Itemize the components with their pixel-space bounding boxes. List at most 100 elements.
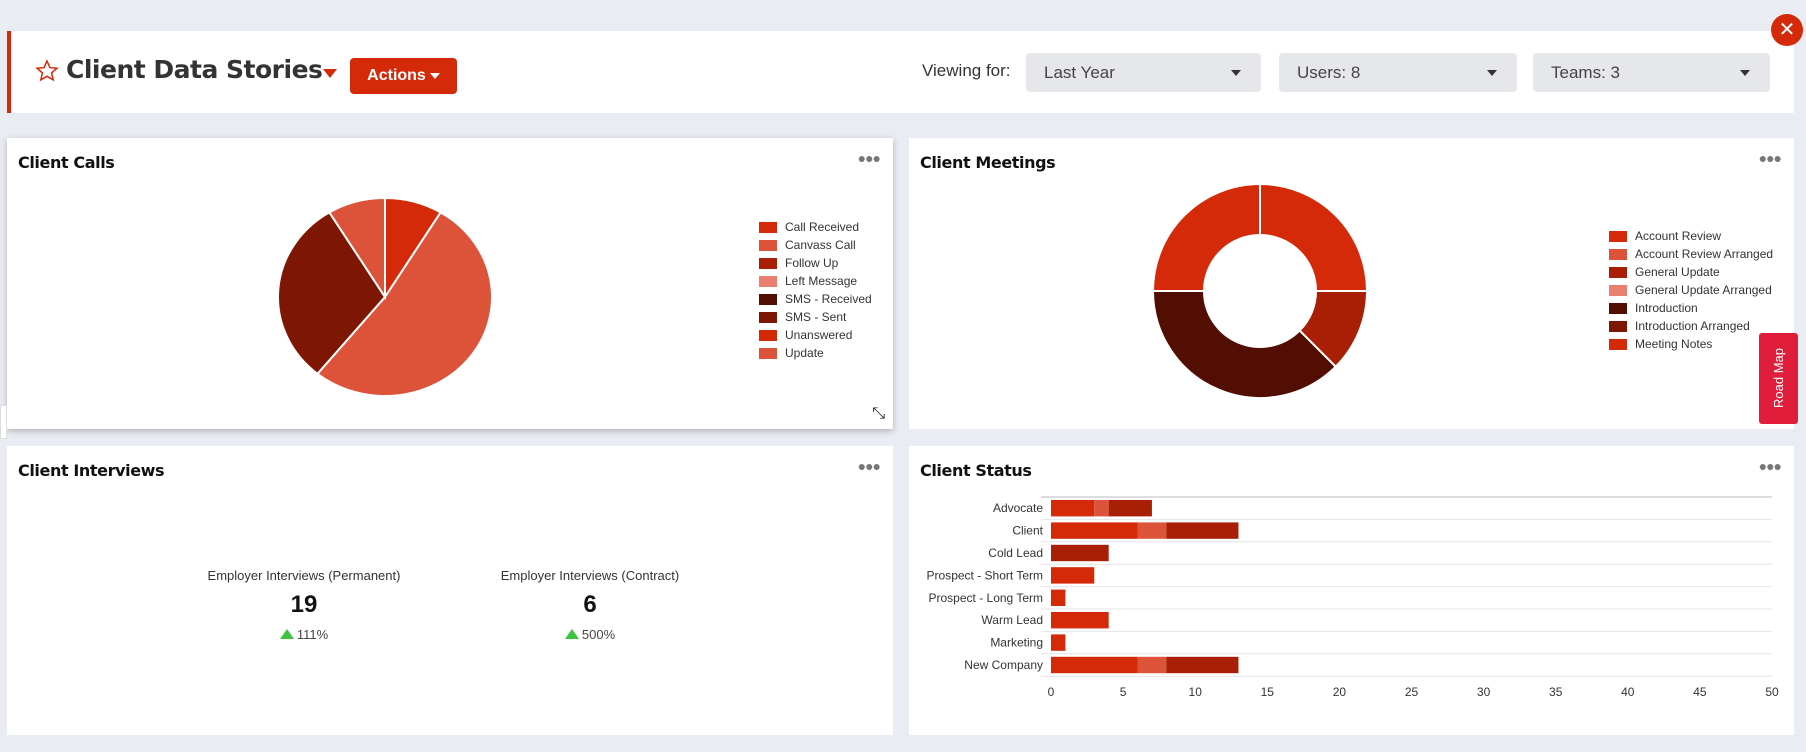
bar-segment[interactable] xyxy=(1108,500,1152,517)
category-label: Prospect - Long Term xyxy=(929,591,1044,605)
legend-item[interactable]: Account Review xyxy=(1609,227,1773,245)
bar-segment[interactable] xyxy=(1051,567,1095,584)
kpi-label: Employer Interviews (Contract) xyxy=(500,568,680,583)
kpi-permanent-interviews[interactable]: Employer Interviews (Permanent) 19 111% xyxy=(174,568,434,642)
bar-segment[interactable] xyxy=(1051,500,1095,517)
legend-swatch xyxy=(1609,302,1627,314)
legend-swatch xyxy=(759,257,777,269)
pie-slice-meeting-notes[interactable] xyxy=(1151,182,1261,292)
period-value: Last Year xyxy=(1044,63,1115,82)
bar-segment[interactable] xyxy=(1051,522,1138,539)
bar-segment[interactable] xyxy=(1137,522,1167,539)
bar-segment[interactable] xyxy=(1137,656,1167,674)
legend-label: Introduction xyxy=(1635,301,1698,315)
expand-icon[interactable]: ⤡ xyxy=(872,405,885,423)
category-label: New Company xyxy=(964,658,1043,672)
users-value: Users: 8 xyxy=(1297,63,1361,82)
bar-segment[interactable] xyxy=(1094,500,1109,517)
client-status-bar-chart: Advocate Client Cold Lead Prospect - Short … xyxy=(927,496,1779,699)
legend-swatch xyxy=(759,311,777,323)
kpi-change: 500% xyxy=(581,627,616,642)
legend-swatch xyxy=(1609,284,1627,296)
legend-swatch xyxy=(759,221,777,233)
chart-legend: Account Review Account Review Arranged Gen… xyxy=(1609,227,1773,353)
bar-segment[interactable] xyxy=(1051,544,1109,562)
dashboard-header: Client Data Stories Actions Viewing for:… xyxy=(7,31,1794,113)
card-title: Client Interviews xyxy=(18,461,165,480)
category-label: Warm Lead xyxy=(981,613,1043,627)
legend-item[interactable]: Introduction Arranged xyxy=(1609,317,1773,335)
legend-item[interactable]: Introduction xyxy=(1609,299,1773,317)
legend-label: General Update xyxy=(1635,265,1720,279)
x-tick-label: 20 xyxy=(1333,685,1347,699)
kpi-value: 19 xyxy=(290,591,318,618)
legend-swatch xyxy=(1609,230,1627,242)
bar-segment[interactable] xyxy=(1051,589,1066,606)
legend-label: General Update Arranged xyxy=(1635,283,1772,297)
legend-swatch xyxy=(759,347,777,359)
viewing-for-label: Viewing for: xyxy=(922,61,1011,80)
chart-legend: Call Received Canvass Call Follow Up Left M… xyxy=(759,218,872,362)
legend-item[interactable]: Meeting Notes xyxy=(1609,335,1773,353)
legend-label: Canvass Call xyxy=(785,238,856,252)
x-tick-label: 35 xyxy=(1549,685,1563,699)
x-tick-label: 10 xyxy=(1189,685,1203,699)
legend-swatch xyxy=(759,329,777,341)
period-dropdown[interactable]: Last Year xyxy=(1026,53,1261,92)
bar-segment[interactable] xyxy=(1051,612,1109,629)
legend-swatch xyxy=(1609,248,1627,260)
legend-swatch xyxy=(1609,266,1627,278)
legend-label: Account Review xyxy=(1635,229,1722,243)
legend-item[interactable]: General Update Arranged xyxy=(1609,281,1773,299)
star-outline-icon[interactable] xyxy=(35,59,59,83)
road-map-tab[interactable]: Road Map xyxy=(1759,333,1798,424)
legend-item[interactable]: Unanswered xyxy=(759,326,872,344)
x-tick-label: 0 xyxy=(1048,685,1055,699)
legend-item[interactable]: Canvass Call xyxy=(759,236,872,254)
legend-label: Introduction Arranged xyxy=(1635,319,1750,333)
client-calls-card: Client Calls ●●● Call Received Canvass Ca… xyxy=(7,138,893,429)
trend-up-icon xyxy=(279,629,294,639)
legend-item[interactable]: Left Message xyxy=(759,272,872,290)
close-icon[interactable]: ✕ xyxy=(1771,14,1803,46)
actions-button[interactable]: Actions xyxy=(350,58,457,94)
pie-slice-introduction[interactable] xyxy=(1151,290,1338,399)
actions-label: Actions xyxy=(367,67,426,84)
kpi-contract-interviews[interactable]: Employer Interviews (Contract) 6 500% xyxy=(460,568,720,642)
users-dropdown[interactable]: Users: 8 xyxy=(1279,53,1517,92)
legend-swatch xyxy=(759,293,777,305)
legend-label: SMS - Received xyxy=(785,292,872,306)
legend-item[interactable]: Account Review Arranged xyxy=(1609,245,1773,263)
legend-item[interactable]: General Update xyxy=(1609,263,1773,281)
legend-label: Call Received xyxy=(785,220,860,234)
legend-item[interactable]: Follow Up xyxy=(759,254,872,272)
teams-dropdown[interactable]: Teams: 3 xyxy=(1533,53,1770,92)
kpi-value: 6 xyxy=(583,591,597,618)
page-title: Client Data Stories xyxy=(66,55,323,84)
legend-item[interactable]: Call Received xyxy=(759,218,872,236)
legend-label: Meeting Notes xyxy=(1635,337,1713,351)
x-tick-label: 30 xyxy=(1477,685,1491,699)
x-tick-label: 50 xyxy=(1765,685,1779,699)
bar-segment[interactable] xyxy=(1051,656,1138,674)
kpi-change: 111% xyxy=(296,627,329,642)
legend-swatch xyxy=(1609,320,1627,332)
legend-item[interactable]: SMS - Sent xyxy=(759,308,872,326)
pie-slice-account-review[interactable] xyxy=(1259,182,1369,292)
teams-value: Teams: 3 xyxy=(1551,63,1620,82)
side-panel-tab[interactable] xyxy=(0,405,7,439)
legend-item[interactable]: Update xyxy=(759,344,872,362)
x-tick-label: 25 xyxy=(1405,685,1419,699)
more-options-icon[interactable]: ●●● xyxy=(858,458,881,474)
client-status-card: Client Status ●●● Advocate Client Cold Lea… xyxy=(909,446,1794,735)
title-dropdown-caret-icon[interactable] xyxy=(323,69,337,78)
category-label: Cold Lead xyxy=(988,546,1043,560)
bar-segment[interactable] xyxy=(1166,522,1239,539)
chevron-down-icon xyxy=(1740,70,1750,76)
bar-segment[interactable] xyxy=(1166,656,1239,674)
legend-item[interactable]: SMS - Received xyxy=(759,290,872,308)
x-tick-label: 15 xyxy=(1261,685,1275,699)
bar-segment[interactable] xyxy=(1051,634,1066,651)
legend-label: Update xyxy=(785,346,824,360)
legend-label: Account Review Arranged xyxy=(1635,247,1774,261)
